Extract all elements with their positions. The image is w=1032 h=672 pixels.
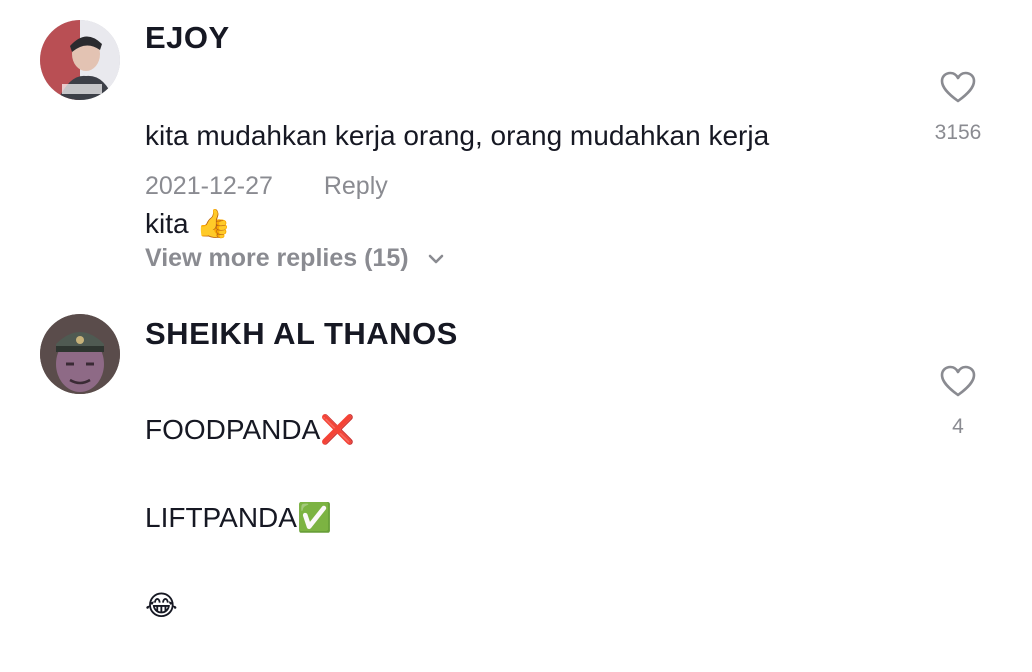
chevron-down-icon [428, 255, 443, 264]
avatar[interactable] [40, 20, 120, 100]
view-more-replies-button[interactable]: View more replies (15) [145, 244, 446, 273]
comment-meta: 2021-12-27 Reply [145, 172, 388, 201]
view-more-replies-label: View more replies (15) [145, 244, 409, 272]
comment-line: kita 👍 [145, 208, 232, 239]
username[interactable]: SHEIKH AL THANOS [145, 316, 458, 352]
like-group: 3156 [928, 70, 988, 145]
like-count: 4 [952, 415, 964, 438]
comment-date: 2021-12-27 [145, 172, 273, 200]
like-count: 3156 [934, 121, 982, 144]
comment-line: LIFTPANDA✅ [145, 502, 332, 533]
heart-icon[interactable] [939, 70, 977, 104]
comment-line: 😂 [145, 590, 178, 621]
reply-button[interactable]: Reply [324, 172, 388, 200]
comment-line: FOODPANDA❌ [145, 414, 356, 445]
like-group: 4 [928, 364, 988, 439]
avatar[interactable] [40, 314, 120, 394]
heart-icon[interactable] [939, 364, 977, 398]
comment-line: kita mudahkan kerja orang, orang mudahka… [145, 120, 770, 151]
comment-text: FOODPANDA❌ LIFTPANDA✅ 😂 [145, 364, 845, 672]
username[interactable]: EJOY [145, 20, 230, 56]
